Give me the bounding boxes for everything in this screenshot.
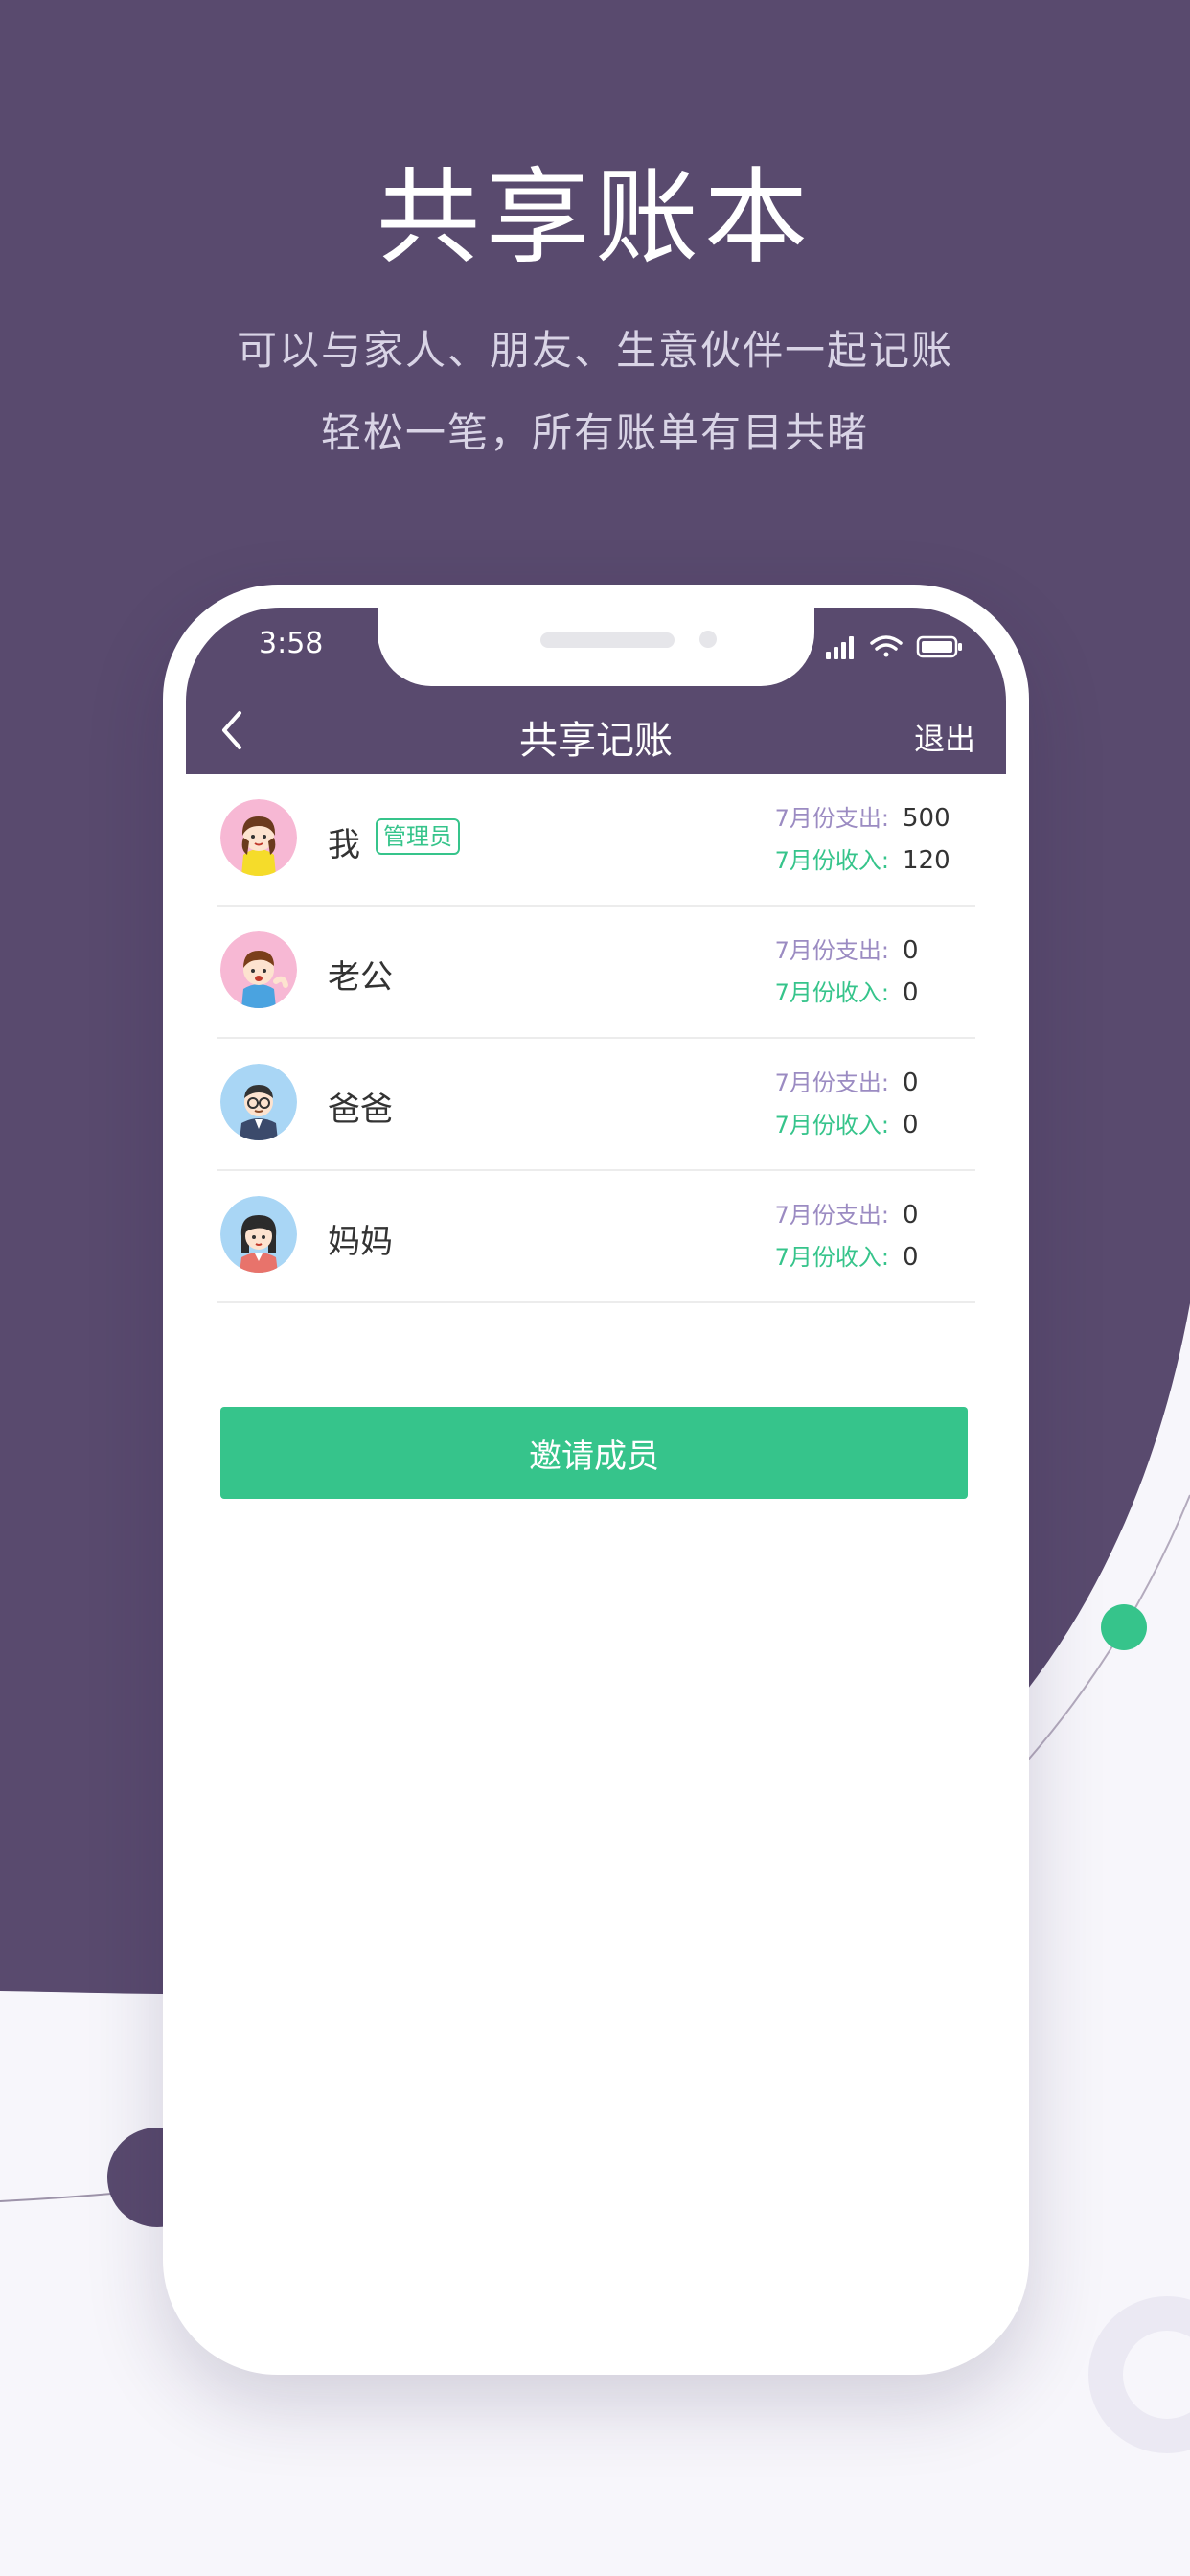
income-label: 7月份收入: xyxy=(774,979,889,1006)
promo-subline-1: 可以与家人、朋友、生意伙伴一起记账 xyxy=(236,327,953,374)
header-bar: 3:58 共享记账 退出 xyxy=(186,608,1006,774)
income-value: 0 xyxy=(903,978,919,1007)
income-value: 0 xyxy=(903,1111,919,1139)
expense-label: 7月份支出: xyxy=(774,1070,889,1096)
speaker-grille xyxy=(540,632,675,648)
status-icons xyxy=(826,635,962,659)
phone-notch xyxy=(378,608,814,686)
expense-value: 0 xyxy=(903,1201,919,1230)
expense-value: 500 xyxy=(903,804,950,833)
page-title: 共享记账 xyxy=(519,719,673,763)
exit-button[interactable]: 退出 xyxy=(914,715,975,759)
member-name: 老公 xyxy=(328,958,393,997)
phone-mockup: 3:58 共享记账 退出 我 管理员 7月份支出: 500 7月份收入: 120… xyxy=(163,585,1029,2375)
girl-avatar xyxy=(220,799,297,876)
income-value: 120 xyxy=(903,846,950,875)
expense-label: 7月份支出: xyxy=(774,805,889,832)
signal-icon xyxy=(826,636,854,659)
expense-stat: 7月份支出: 0 xyxy=(775,1196,956,1230)
member-list: 我 管理员 7月份支出: 500 7月份收入: 120 老公 7月份支出: 0 … xyxy=(217,774,975,1303)
income-stat: 7月份收入: 0 xyxy=(775,1106,956,1139)
income-stat: 7月份收入: 120 xyxy=(775,841,956,875)
invite-member-button[interactable]: 邀请成员 xyxy=(220,1407,968,1499)
phone-screen: 3:58 共享记账 退出 我 管理员 7月份支出: 500 7月份收入: 120… xyxy=(186,608,1006,2352)
admin-badge: 管理员 xyxy=(376,818,460,855)
member-row-dad[interactable]: 爸爸 7月份支出: 0 7月份收入: 0 xyxy=(217,1039,975,1171)
member-name: 爸爸 xyxy=(328,1091,393,1129)
income-label: 7月份收入: xyxy=(774,847,889,874)
expense-label: 7月份支出: xyxy=(774,1202,889,1229)
status-time: 3:58 xyxy=(259,627,324,660)
expense-stat: 7月份支出: 500 xyxy=(775,799,956,833)
member-row-husband[interactable]: 老公 7月份支出: 0 7月份收入: 0 xyxy=(217,907,975,1039)
expense-value: 0 xyxy=(903,1069,919,1097)
member-row-me[interactable]: 我 管理员 7月份支出: 500 7月份收入: 120 xyxy=(217,774,975,907)
income-label: 7月份收入: xyxy=(774,1244,889,1271)
expense-stat: 7月份支出: 0 xyxy=(775,932,956,965)
expense-stat: 7月份支出: 0 xyxy=(775,1064,956,1097)
promo-subline-2: 轻松一笔，所有账单有目共睹 xyxy=(320,409,869,456)
expense-label: 7月份支出: xyxy=(774,937,889,964)
promo-headline: 共享账本 xyxy=(376,158,813,278)
income-value: 0 xyxy=(903,1243,919,1272)
member-row-mom[interactable]: 妈妈 7月份支出: 0 7月份收入: 0 xyxy=(217,1171,975,1303)
boy-avatar xyxy=(220,932,297,1008)
income-label: 7月份收入: xyxy=(774,1112,889,1138)
battery-icon xyxy=(916,635,962,658)
income-stat: 7月份收入: 0 xyxy=(775,974,956,1007)
member-name: 我 xyxy=(328,826,360,864)
woman-avatar xyxy=(220,1196,297,1273)
income-stat: 7月份收入: 0 xyxy=(775,1238,956,1272)
man-glasses-avatar xyxy=(220,1064,297,1140)
front-camera xyxy=(699,631,717,648)
member-name: 妈妈 xyxy=(328,1223,393,1261)
wifi-icon xyxy=(870,635,903,657)
expense-value: 0 xyxy=(903,936,919,965)
